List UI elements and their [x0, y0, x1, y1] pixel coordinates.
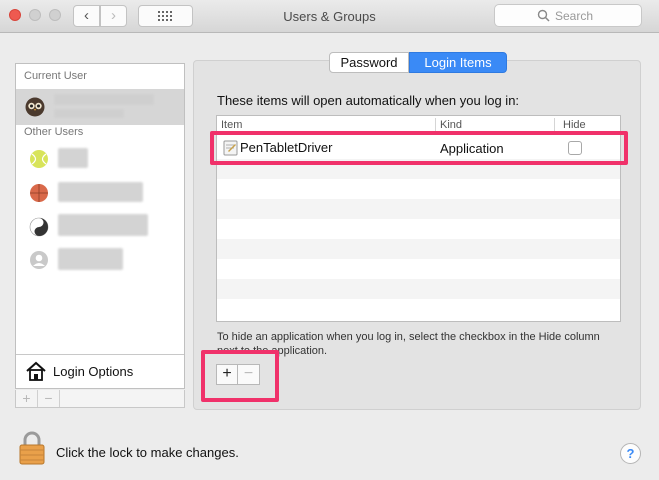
user-name-redacted [54, 94, 154, 105]
minus-icon: − [44, 390, 53, 406]
column-header-hide[interactable]: Hide [563, 119, 586, 131]
search-icon [537, 9, 550, 22]
row-highlight-annotation [210, 131, 628, 165]
users-list: Current User Other Users Login Options [15, 63, 185, 389]
user-name-redacted [58, 148, 88, 168]
empty-row [217, 239, 620, 259]
title-bar: ‹ › Users & Groups Search [0, 0, 659, 33]
user-add-remove-bar: + − [15, 390, 185, 408]
guest-avatar-icon [30, 251, 48, 269]
tab-password[interactable]: Password [329, 52, 409, 73]
column-header-kind[interactable]: Kind [440, 119, 462, 131]
user-name-redacted [58, 214, 148, 236]
current-user-header: Current User [24, 70, 87, 82]
plus-icon: + [22, 390, 31, 406]
login-options-label: Login Options [53, 364, 134, 379]
search-placeholder: Search [555, 9, 594, 23]
login-options-item[interactable]: Login Options [16, 354, 184, 388]
question-icon: ? [626, 446, 635, 461]
user-row-current[interactable] [16, 89, 184, 125]
user-name-redacted [58, 182, 143, 202]
add-user-button[interactable]: + [16, 390, 38, 407]
buttons-highlight-annotation [201, 350, 279, 402]
tennis-ball-avatar-icon [30, 150, 48, 168]
basketball-avatar-icon [30, 184, 48, 202]
user-name-redacted [58, 248, 123, 270]
login-items-intro: These items will open automatically when… [217, 93, 520, 108]
empty-row [217, 279, 620, 299]
remove-user-button[interactable]: − [38, 390, 60, 407]
column-header-item[interactable]: Item [221, 119, 242, 131]
other-users-header: Other Users [24, 126, 84, 138]
help-button[interactable]: ? [620, 443, 641, 464]
search-field[interactable]: Search [494, 4, 642, 27]
empty-row [217, 199, 620, 219]
house-icon [26, 361, 46, 381]
lock-status-text: Click the lock to make changes. [56, 445, 239, 460]
yin-yang-avatar-icon [29, 217, 49, 237]
lock-icon[interactable] [19, 431, 45, 465]
owl-avatar-icon [25, 97, 45, 117]
tab-login-items[interactable]: Login Items [409, 52, 507, 73]
user-role-redacted [54, 109, 124, 118]
